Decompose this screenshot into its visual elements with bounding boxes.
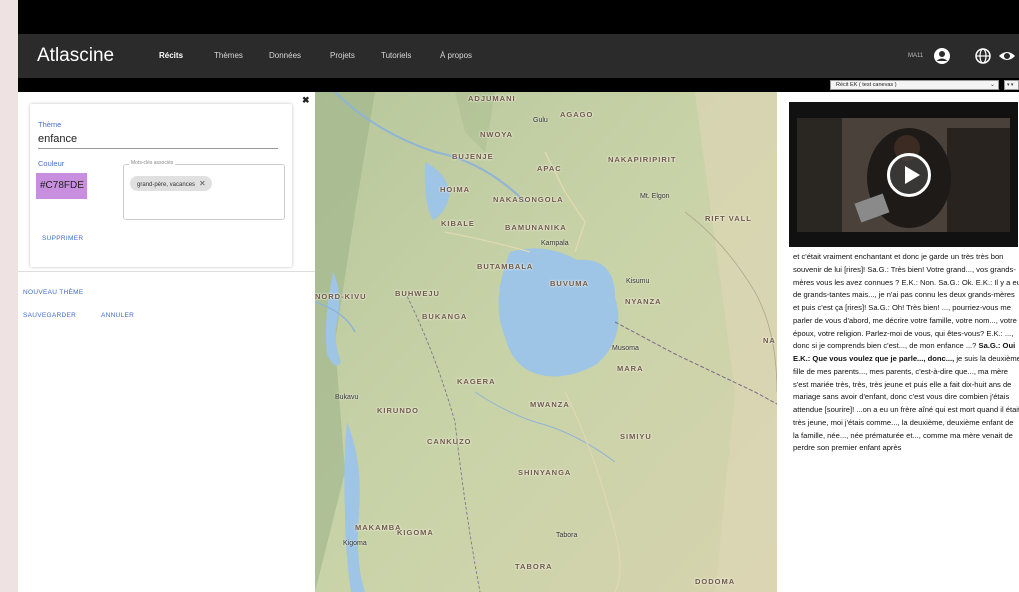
map-region-label: APAC — [537, 164, 562, 173]
map-region-label: NYANZA — [625, 297, 662, 306]
color-picker[interactable]: #C78FDE — [36, 173, 87, 199]
keywords-field[interactable]: Mots-clés associés grand-père, vacances ✕ — [123, 160, 285, 220]
map-region-label: HOIMA — [440, 185, 470, 194]
transcript-text: et c'était vraiment enchantant et donc j… — [793, 251, 1019, 455]
map-region-label: NAKASONGOLA — [493, 195, 564, 204]
recit-select-value: Récit EK ( test canevas ) — [836, 82, 897, 88]
nav-themes[interactable]: Thèmes — [214, 51, 243, 60]
sub-toolbar: Récit EK ( test canevas ) ⌄ ▾ ▾ — [18, 78, 1019, 92]
map-region-label: NORD-KIVU — [315, 292, 367, 301]
map-region-label: NAKAPIRIPIRIT — [608, 155, 677, 164]
story-panel: et c'était vraiment enchantant et donc j… — [777, 92, 1019, 592]
map-region-label: ADJUMANI — [468, 94, 516, 103]
brand-logo[interactable]: Atlascine — [37, 45, 114, 67]
map-region-label: RIFT VALL — [705, 214, 752, 223]
nav-donnees[interactable]: Données — [269, 51, 301, 60]
map-region-label: SIMIYU — [620, 432, 652, 441]
map-region-label: DODOMA — [695, 577, 736, 586]
map-city-label: Musoma — [612, 345, 639, 352]
map-region-label: KIGOMA — [397, 528, 434, 537]
transcript-segment: je suis la deuxième fille de mes parents… — [793, 354, 1019, 453]
map-region-label: BUKANGA — [422, 312, 468, 321]
nav-recits[interactable]: Récits — [159, 51, 183, 60]
app-window: Atlascine Récits Thèmes Données Projets … — [18, 0, 1019, 592]
map-region-label: CANKUZO — [427, 437, 472, 446]
map-region-label: NA — [763, 336, 776, 345]
theme-label: Thème — [38, 120, 62, 129]
map-city-label: Kampala — [541, 240, 569, 247]
eye-icon[interactable] — [998, 47, 1016, 65]
map-region-label: TABORA — [515, 562, 553, 571]
navbar: Atlascine Récits Thèmes Données Projets … — [18, 34, 1019, 78]
map-region-label: BAMUNANIKA — [505, 223, 567, 232]
map-view[interactable]: ADJUMANI AGAGO NWOYA BUJENJE APAC NAKAPI… — [315, 92, 777, 592]
map-region-label: NWOYA — [480, 130, 514, 139]
theme-card: Thème enfance Couleur #C78FDE Mots-clés … — [30, 104, 292, 267]
map-region-label: BUHWEJU — [395, 289, 440, 298]
chevron-down-icon: ⌄ — [989, 82, 995, 88]
delete-button[interactable]: SUPPRIMER — [42, 235, 83, 242]
map-region-label: SHINYANGA — [518, 468, 572, 477]
extra-select[interactable]: ▾ ▾ — [1004, 80, 1019, 90]
top-strip — [18, 0, 1019, 34]
account-icon[interactable] — [933, 47, 951, 65]
save-button[interactable]: SAUVEGARDER — [23, 312, 76, 319]
video-frame — [797, 118, 1010, 232]
globe-icon[interactable] — [974, 47, 992, 65]
transcript-segment: et c'était vraiment enchantant et donc j… — [793, 252, 1019, 351]
map-region-label: MAKAMBA — [355, 523, 402, 532]
map-region-label: MWANZA — [530, 400, 570, 409]
map-region-label: MARA — [617, 364, 644, 373]
map-city-label: Kigoma — [343, 540, 367, 547]
map-region-label: KIBALE — [441, 219, 475, 228]
map-city-label: Kisumu — [626, 278, 650, 285]
nav-a-propos[interactable]: À propos — [440, 51, 472, 60]
close-icon[interactable]: ✕ — [199, 179, 206, 188]
map-city-label: Bukavu — [335, 394, 359, 401]
nav-tutoriels[interactable]: Tutoriels — [381, 51, 411, 60]
user-label: MA11 — [908, 53, 924, 59]
theme-input-underline — [38, 148, 278, 149]
cancel-button[interactable]: ANNULER — [101, 312, 134, 319]
theme-input[interactable]: enfance — [38, 133, 77, 145]
keyword-chip[interactable]: grand-père, vacances ✕ — [130, 176, 212, 191]
video-player[interactable] — [789, 102, 1018, 247]
map-region-label: BUVUMA — [550, 279, 589, 288]
close-icon[interactable]: ✖ — [302, 95, 310, 106]
map-region-label: BUTAMBALA — [477, 262, 534, 271]
keywords-label: Mots-clés associés — [129, 160, 176, 166]
map-city-label: Gulu — [533, 117, 548, 124]
map-region-label: AGAGO — [560, 110, 594, 119]
nav-projets[interactable]: Projets — [330, 51, 355, 60]
color-label: Couleur — [38, 159, 65, 168]
recit-select[interactable]: Récit EK ( test canevas ) ⌄ — [830, 80, 999, 90]
new-theme-button[interactable]: NOUVEAU THÈME — [23, 289, 83, 296]
map-region-label: KIRUNDO — [377, 406, 419, 415]
theme-panel: ✖ Thème enfance Couleur #C78FDE Mots-clé… — [18, 92, 315, 592]
play-icon — [905, 166, 920, 184]
map-region-label: KAGERA — [457, 377, 496, 386]
map-city-label: Mt. Elgon — [640, 193, 670, 200]
map-region-label: BUJENJE — [452, 152, 494, 161]
divider — [18, 271, 315, 272]
play-button[interactable] — [887, 153, 931, 197]
keyword-chip-label: grand-père, vacances — [137, 182, 196, 188]
map-city-label: Tabora — [556, 532, 578, 539]
